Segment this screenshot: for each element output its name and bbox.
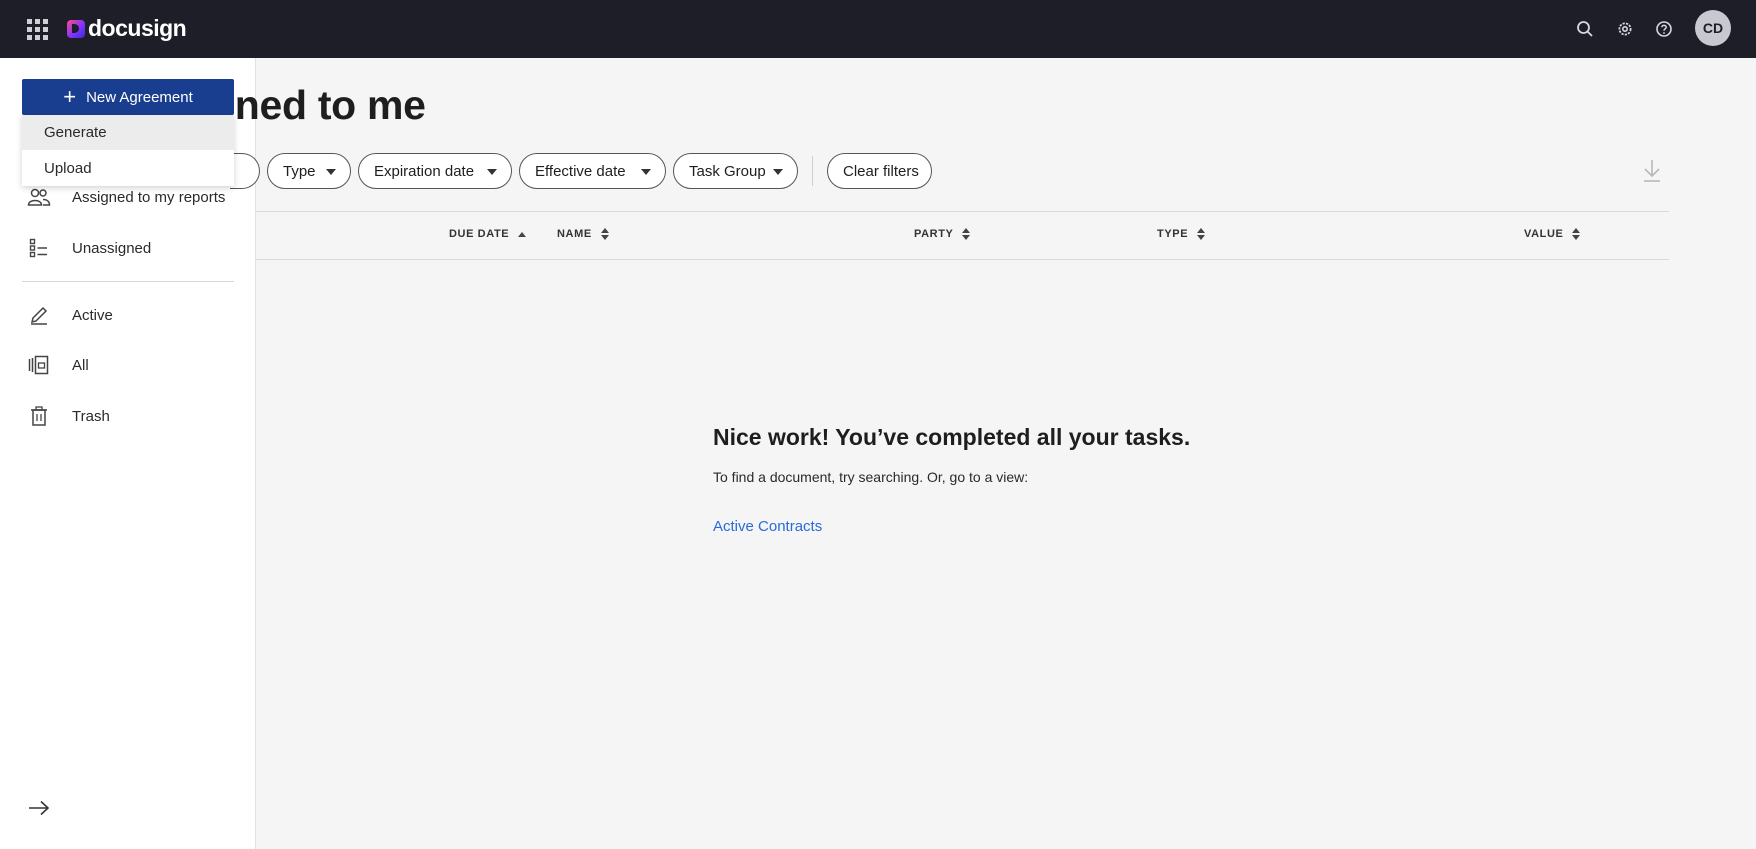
sidebar-divider xyxy=(22,281,234,282)
filter-chip-expiration-date[interactable]: Expiration date xyxy=(358,153,512,189)
sidebar-item-active[interactable]: Active xyxy=(0,294,255,336)
documents-icon xyxy=(27,353,51,377)
column-due-date[interactable]: DUE DATE xyxy=(449,228,527,240)
top-bar: docusign CD xyxy=(0,0,1756,58)
table-header-top-border xyxy=(256,211,1669,212)
list-icon xyxy=(27,236,51,260)
column-label: NAME xyxy=(557,228,592,240)
user-avatar[interactable]: CD xyxy=(1695,10,1731,46)
sort-icon xyxy=(600,228,609,240)
logo-mark-icon xyxy=(67,19,85,38)
people-icon xyxy=(27,185,51,209)
new-agreement-button[interactable]: + New Agreement xyxy=(22,79,234,115)
menu-item-upload[interactable]: Upload xyxy=(22,151,234,186)
logo-text: docusign xyxy=(88,15,187,41)
clear-filters-button[interactable]: Clear filters xyxy=(827,153,932,189)
column-label: PARTY xyxy=(914,228,954,240)
column-label: DUE DATE xyxy=(449,228,510,240)
sort-icon xyxy=(1572,228,1581,240)
column-label: TYPE xyxy=(1157,228,1189,240)
filter-chip-effective-date[interactable]: Effective date xyxy=(519,153,666,189)
table-header-bottom-border xyxy=(256,259,1669,260)
sidebar-item-all[interactable]: All xyxy=(0,344,255,386)
filter-chip-task-group[interactable]: Task Group xyxy=(673,153,798,189)
download-icon[interactable] xyxy=(1640,158,1664,184)
caret-down-icon xyxy=(487,169,497,175)
trash-icon xyxy=(27,404,51,428)
apps-grid-icon[interactable] xyxy=(23,17,49,41)
sidebar-item-label: Active xyxy=(72,306,113,324)
pen-icon xyxy=(27,303,51,327)
chip-label: Task Group xyxy=(689,162,766,180)
sort-asc-icon xyxy=(518,231,527,237)
plus-icon: + xyxy=(63,84,77,109)
column-party[interactable]: PARTY xyxy=(914,228,971,240)
sidebar-item-unassigned[interactable]: Unassigned xyxy=(0,227,255,269)
page-title: gned to me xyxy=(210,82,426,128)
empty-state-title: Nice work! You’ve completed all your tas… xyxy=(713,424,1191,450)
chip-label: Expiration date xyxy=(374,162,475,180)
sidebar-item-label: Unassigned xyxy=(72,239,152,257)
gear-icon[interactable] xyxy=(1612,16,1638,42)
column-type[interactable]: TYPE xyxy=(1157,228,1206,240)
help-icon[interactable] xyxy=(1651,16,1677,42)
chip-label: Type xyxy=(283,162,316,180)
clear-filters-label: Clear filters xyxy=(843,162,919,180)
active-contracts-link[interactable]: Active Contracts xyxy=(713,518,822,535)
menu-item-generate[interactable]: Generate xyxy=(22,115,234,150)
sidebar-item-label: Trash xyxy=(72,407,110,425)
sort-icon xyxy=(1197,228,1206,240)
sidebar-item-label: All xyxy=(72,356,89,374)
sidebar-item-trash[interactable]: Trash xyxy=(0,395,255,437)
chip-label: Effective date xyxy=(535,162,626,180)
column-value[interactable]: VALUE xyxy=(1524,228,1581,240)
column-name[interactable]: NAME xyxy=(557,228,609,240)
filter-separator xyxy=(812,156,813,186)
new-agreement-menu: Generate Upload xyxy=(22,115,234,186)
search-icon[interactable] xyxy=(1572,16,1598,42)
caret-down-icon xyxy=(326,169,336,175)
sidebar-item-label: Assigned to my reports xyxy=(72,188,226,206)
new-agreement-label: New Agreement xyxy=(86,88,193,106)
empty-state-subtitle: To find a document, try searching. Or, g… xyxy=(713,469,1029,485)
docusign-logo[interactable]: docusign xyxy=(67,15,187,42)
filter-chip-type[interactable]: Type xyxy=(267,153,351,189)
expand-arrow-icon[interactable] xyxy=(27,796,51,820)
column-label: VALUE xyxy=(1524,228,1564,240)
caret-down-icon xyxy=(641,169,651,175)
caret-down-icon xyxy=(773,169,783,175)
sort-icon xyxy=(962,228,971,240)
